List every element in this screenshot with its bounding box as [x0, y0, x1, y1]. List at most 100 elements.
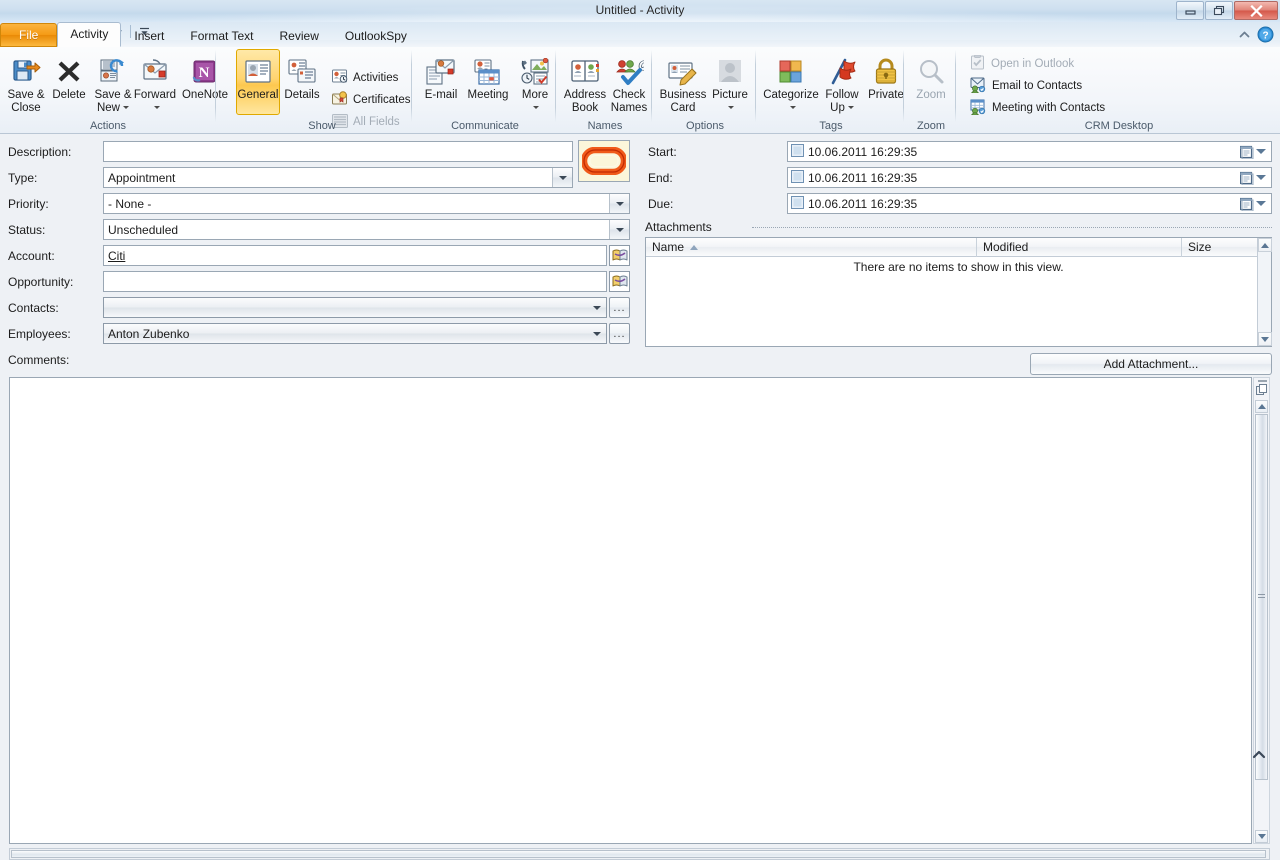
- save-and-close-label: Save & Close: [7, 89, 45, 114]
- ribbon-group-actions-label: Actions: [89, 120, 127, 132]
- comments-split-handle[interactable]: [1258, 380, 1267, 382]
- opportunity-input[interactable]: [103, 271, 607, 292]
- restore-button[interactable]: [1205, 1, 1233, 20]
- activity-type-icon[interactable]: [578, 140, 630, 182]
- save-and-close-button[interactable]: Save & Close: [2, 49, 50, 115]
- employees-combo[interactable]: Anton Zubenko: [103, 323, 607, 344]
- due-date-controls[interactable]: [1240, 194, 1269, 213]
- follow-up-dropdown-caret[interactable]: [847, 105, 854, 109]
- details-button[interactable]: Details: [280, 49, 324, 115]
- general-button[interactable]: General: [236, 49, 280, 115]
- tab-format-text[interactable]: Format Text: [177, 25, 266, 47]
- more-button[interactable]: More: [515, 49, 555, 115]
- tab-review[interactable]: Review: [267, 25, 332, 47]
- attachments-scrollbar[interactable]: [1257, 238, 1272, 346]
- start-checkbox-icon[interactable]: [791, 143, 804, 160]
- save-new-dropdown-caret[interactable]: [123, 105, 129, 109]
- comments-scroll-up-button[interactable]: [1255, 400, 1268, 413]
- attachments-col-name[interactable]: Name: [646, 238, 976, 257]
- forward-dropdown-caret[interactable]: [153, 105, 160, 109]
- due-label: Due:: [648, 197, 674, 211]
- business-card-button[interactable]: Business Card: [658, 49, 708, 115]
- meeting-with-contacts-item[interactable]: Meeting with Contacts: [966, 97, 1109, 119]
- employees-dropdown-arrow[interactable]: [587, 324, 606, 343]
- delete-button[interactable]: Delete: [50, 49, 88, 103]
- private-lock-icon: [873, 54, 899, 86]
- description-input[interactable]: [103, 141, 573, 162]
- minimize-button[interactable]: [1176, 1, 1204, 20]
- ribbon-group-zoom-label: Zoom: [916, 120, 946, 132]
- tab-file[interactable]: File: [0, 23, 58, 47]
- window-controls: [1175, 1, 1278, 20]
- help-icon[interactable]: ?: [1257, 26, 1274, 46]
- contacts-dropdown-arrow[interactable]: [587, 298, 606, 317]
- picture-dropdown-caret[interactable]: [728, 105, 735, 109]
- contacts-label: Contacts:: [8, 301, 59, 315]
- collapse-ribbon-icon[interactable]: [1238, 28, 1251, 44]
- end-date-controls[interactable]: [1240, 168, 1269, 187]
- type-combo[interactable]: Appointment: [103, 167, 573, 188]
- tab-insert[interactable]: Insert: [121, 25, 177, 47]
- add-attachment-button[interactable]: Add Attachment...: [1030, 353, 1272, 375]
- status-combo[interactable]: Unscheduled: [103, 219, 630, 240]
- end-date-field[interactable]: 10.06.2011 16:29:35: [787, 167, 1272, 188]
- certificates-label: Certificates: [353, 94, 411, 106]
- comments-textarea[interactable]: [9, 377, 1252, 844]
- contacts-more-button[interactable]: ...: [609, 297, 630, 318]
- forward-button[interactable]: Forward: [131, 49, 179, 115]
- email-button[interactable]: E-mail: [419, 49, 463, 103]
- forward-label: Forward: [134, 89, 176, 114]
- employees-label: Employees:: [8, 327, 71, 341]
- employees-value: Anton Zubenko: [108, 327, 190, 341]
- comments-scroll-down-button[interactable]: [1255, 830, 1268, 843]
- horizontal-scroll-thumb[interactable]: [11, 850, 1266, 858]
- priority-combo[interactable]: - None -: [103, 193, 630, 214]
- close-button[interactable]: [1234, 1, 1278, 20]
- private-button[interactable]: Private: [864, 49, 908, 103]
- status-dropdown-arrow[interactable]: [609, 220, 629, 239]
- comments-scroll-thumb[interactable]: [1255, 414, 1268, 780]
- more-dropdown-caret[interactable]: [533, 105, 540, 109]
- attachments-scroll-up-button[interactable]: [1258, 238, 1272, 252]
- email-to-contacts-item[interactable]: Email to Contacts: [966, 75, 1086, 97]
- account-lookup-icon[interactable]: [609, 245, 630, 266]
- certificates-item[interactable]: Certificates: [328, 89, 415, 111]
- follow-up-button[interactable]: Follow Up: [820, 49, 864, 115]
- horizontal-scrollbar[interactable]: [9, 848, 1270, 860]
- attachments-col-size[interactable]: Size: [1181, 237, 1259, 257]
- comments-scrollbar[interactable]: [1253, 377, 1270, 844]
- attachments-col-modified[interactable]: Modified: [976, 237, 1181, 257]
- email-icon: [426, 54, 456, 86]
- categorize-dropdown-caret[interactable]: [789, 105, 796, 109]
- meeting-button[interactable]: Meeting: [463, 49, 513, 103]
- ribbon-tabs: File Activity Insert Format Text Review …: [0, 22, 1280, 47]
- employees-more-button[interactable]: ...: [609, 323, 630, 344]
- attachments-empty-message: There are no items to show in this view.: [853, 260, 1064, 274]
- general-label: General: [237, 89, 279, 101]
- select-browse-object-icon[interactable]: [1256, 384, 1268, 399]
- tab-outlookspy[interactable]: OutlookSpy: [332, 25, 420, 47]
- onenote-button[interactable]: N OneNote: [179, 49, 231, 103]
- address-book-button[interactable]: Address Book: [562, 49, 608, 115]
- attachments-scroll-down-button[interactable]: [1258, 332, 1272, 346]
- open-in-outlook-item: Open in Outlook: [966, 53, 1078, 75]
- type-dropdown-arrow[interactable]: [552, 168, 572, 187]
- categorize-button[interactable]: Categorize: [762, 49, 820, 115]
- due-date-field[interactable]: 10.06.2011 16:29:35: [787, 193, 1272, 214]
- tab-activity[interactable]: Activity: [57, 22, 122, 47]
- picture-button[interactable]: Picture: [708, 49, 752, 115]
- opportunity-lookup-icon[interactable]: [609, 271, 630, 292]
- ribbon-group-actions: Save & Close Delete Save & New Forward N…: [0, 47, 228, 133]
- activities-item[interactable]: Activities: [328, 67, 402, 89]
- contacts-combo[interactable]: [103, 297, 607, 318]
- check-names-button[interactable]: @ CheckNames: [608, 49, 650, 115]
- activities-icon: [332, 69, 348, 87]
- bottom-expand-chevron-icon[interactable]: [1252, 748, 1266, 762]
- end-checkbox-icon[interactable]: [791, 169, 804, 186]
- start-date-dropdown-caret: [1256, 149, 1266, 154]
- due-checkbox-icon[interactable]: [791, 195, 804, 212]
- start-date-field[interactable]: 10.06.2011 16:29:35: [787, 141, 1272, 162]
- start-date-controls[interactable]: [1240, 142, 1269, 161]
- account-input[interactable]: Citi: [103, 245, 607, 266]
- priority-dropdown-arrow[interactable]: [609, 194, 629, 213]
